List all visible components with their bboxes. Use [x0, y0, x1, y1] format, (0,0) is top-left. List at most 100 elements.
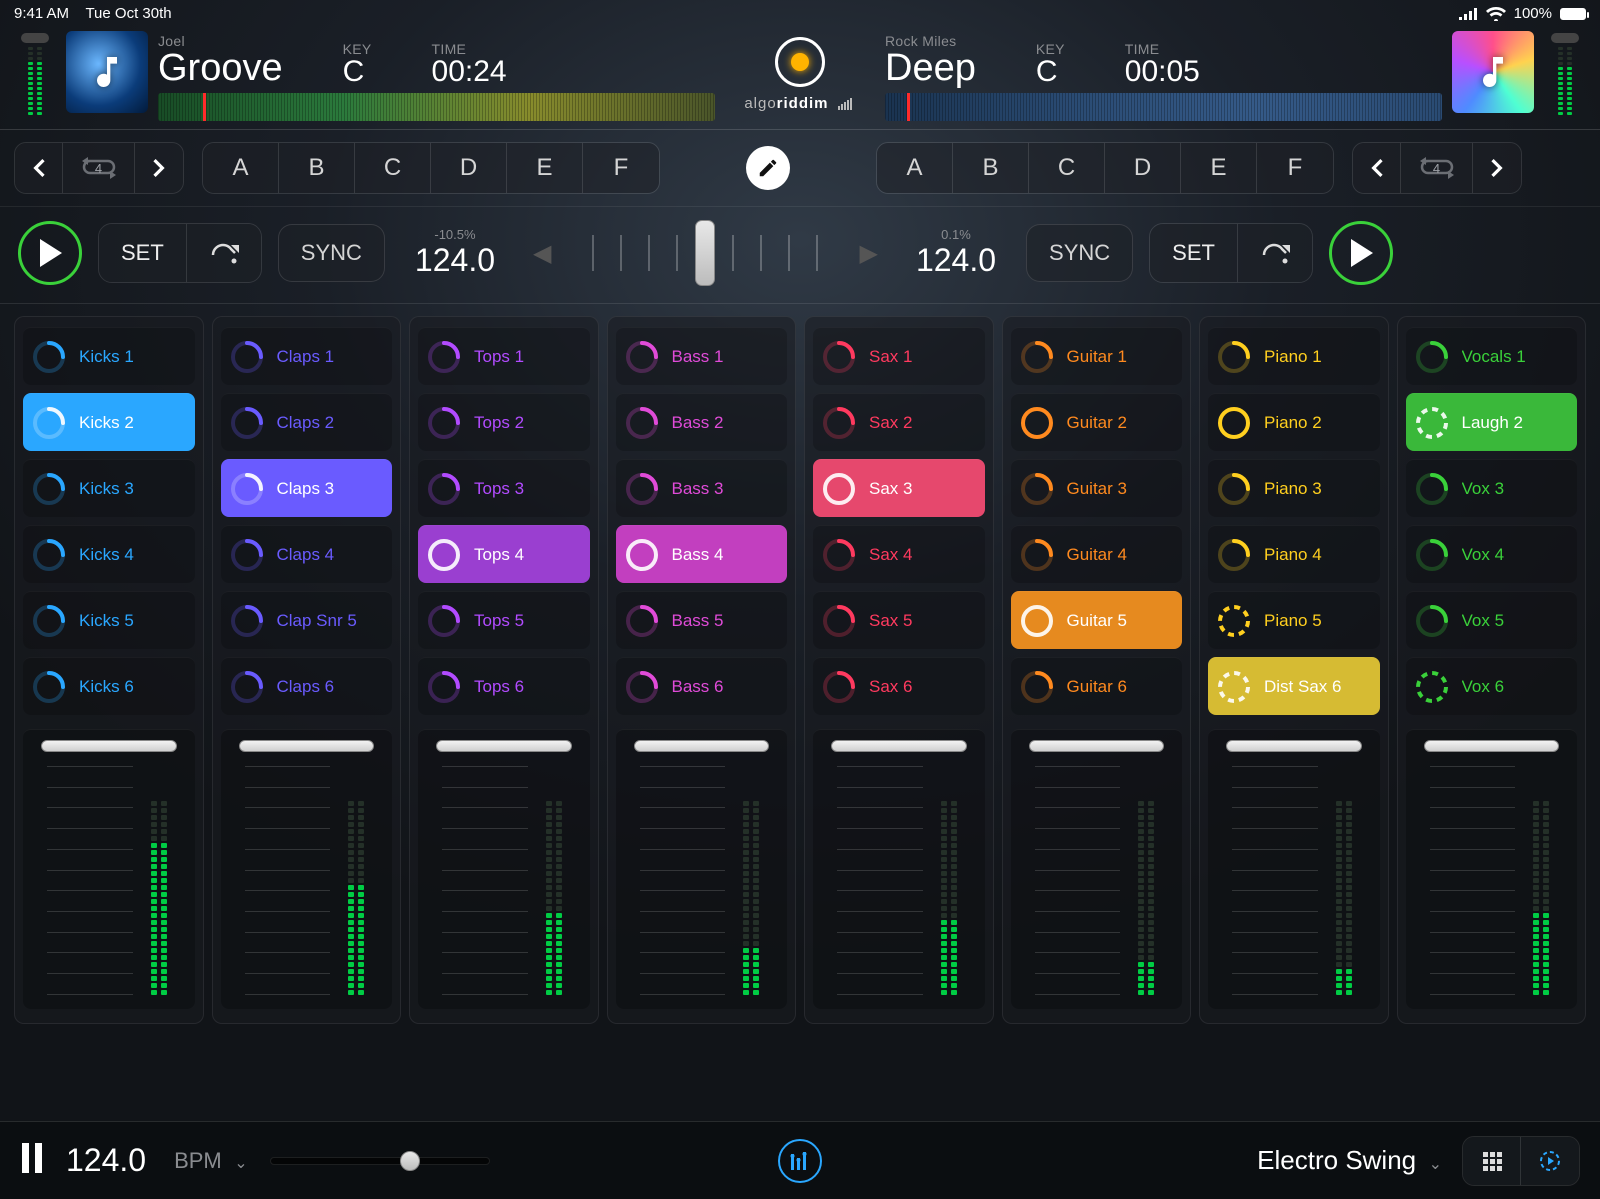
clip-slot[interactable]: Guitar 6: [1011, 657, 1183, 715]
hotcue-c[interactable]: C: [1029, 143, 1105, 193]
cue-jump-button[interactable]: [187, 224, 261, 282]
cue-jump-button[interactable]: [1238, 224, 1312, 282]
clip-slot[interactable]: Tops 5: [418, 591, 590, 649]
master-pause-button[interactable]: [20, 1143, 44, 1178]
clip-slot[interactable]: Sax 6: [813, 657, 985, 715]
fader-cap[interactable]: [1226, 740, 1362, 752]
fader-cap[interactable]: [634, 740, 770, 752]
hotcue-e[interactable]: E: [507, 143, 583, 193]
crossfader-knob[interactable]: [695, 220, 715, 286]
loop-button[interactable]: 4: [1401, 143, 1473, 193]
clip-slot[interactable]: Guitar 3: [1011, 459, 1183, 517]
hotcue-f[interactable]: F: [1257, 143, 1333, 193]
deck-b-artwork[interactable]: [1452, 31, 1534, 113]
clip-slot[interactable]: Sax 2: [813, 393, 985, 451]
deck-a-artwork[interactable]: [66, 31, 148, 113]
record-button[interactable]: [775, 37, 825, 87]
clip-slot[interactable]: Bass 4: [616, 525, 788, 583]
nudge-left-icon[interactable]: ◀: [525, 239, 559, 268]
next-button[interactable]: [135, 143, 183, 193]
clip-slot[interactable]: Tops 3: [418, 459, 590, 517]
hotcue-a[interactable]: A: [877, 143, 953, 193]
clip-slot[interactable]: Piano 2: [1208, 393, 1380, 451]
fader-cap[interactable]: [239, 740, 375, 752]
clip-slot[interactable]: Sax 3: [813, 459, 985, 517]
clip-slot[interactable]: Kicks 3: [23, 459, 195, 517]
set-button[interactable]: SET: [1150, 224, 1238, 282]
clip-slot[interactable]: Piano 4: [1208, 525, 1380, 583]
clip-slot[interactable]: Bass 5: [616, 591, 788, 649]
clip-slot[interactable]: Tops 4: [418, 525, 590, 583]
clip-slot[interactable]: Sax 4: [813, 525, 985, 583]
fader-cap[interactable]: [436, 740, 572, 752]
channel-fader[interactable]: [1406, 729, 1578, 1009]
hotcue-d[interactable]: D: [431, 143, 507, 193]
deck-b-handle[interactable]: [1551, 33, 1579, 43]
nudge-right-icon[interactable]: ▶: [851, 239, 885, 268]
clip-slot[interactable]: Vox 5: [1406, 591, 1578, 649]
clip-slot[interactable]: Laugh 2: [1406, 393, 1578, 451]
clip-slot[interactable]: Kicks 1: [23, 327, 195, 385]
clip-slot[interactable]: Tops 6: [418, 657, 590, 715]
clip-slot[interactable]: Kicks 4: [23, 525, 195, 583]
deck-a-play-button[interactable]: [18, 221, 82, 285]
prev-button[interactable]: [1353, 143, 1401, 193]
prev-button[interactable]: [15, 143, 63, 193]
clip-slot[interactable]: Guitar 2: [1011, 393, 1183, 451]
clip-slot[interactable]: Bass 6: [616, 657, 788, 715]
clip-slot[interactable]: Bass 2: [616, 393, 788, 451]
clip-slot[interactable]: Bass 3: [616, 459, 788, 517]
loop-button[interactable]: 4: [63, 143, 135, 193]
hotcue-b[interactable]: B: [279, 143, 355, 193]
hotcue-c[interactable]: C: [355, 143, 431, 193]
fader-cap[interactable]: [1029, 740, 1165, 752]
grid-view-button[interactable]: [1463, 1137, 1521, 1185]
clip-slot[interactable]: Guitar 1: [1011, 327, 1183, 385]
clip-slot[interactable]: Guitar 4: [1011, 525, 1183, 583]
hotcue-f[interactable]: F: [583, 143, 659, 193]
deck-b-waveform[interactable]: [885, 93, 1442, 121]
clip-slot[interactable]: Kicks 5: [23, 591, 195, 649]
clip-slot[interactable]: Claps 4: [221, 525, 393, 583]
clip-slot[interactable]: Piano 1: [1208, 327, 1380, 385]
hotcue-b[interactable]: B: [953, 143, 1029, 193]
clip-slot[interactable]: Guitar 5: [1011, 591, 1183, 649]
clip-slot[interactable]: Sax 1: [813, 327, 985, 385]
clip-slot[interactable]: Claps 1: [221, 327, 393, 385]
set-button[interactable]: SET: [99, 224, 187, 282]
channel-fader[interactable]: [418, 729, 590, 1009]
channel-fader[interactable]: [23, 729, 195, 1009]
fader-cap[interactable]: [41, 740, 177, 752]
clip-slot[interactable]: Dist Sax 6: [1208, 657, 1380, 715]
clip-slot[interactable]: Tops 1: [418, 327, 590, 385]
hotcue-a[interactable]: A: [203, 143, 279, 193]
clip-slot[interactable]: Vox 6: [1406, 657, 1578, 715]
deck-a-sync-button[interactable]: SYNC: [278, 224, 385, 282]
clip-slot[interactable]: Claps 6: [221, 657, 393, 715]
clip-slot[interactable]: Claps 3: [221, 459, 393, 517]
deck-b-sync-button[interactable]: SYNC: [1026, 224, 1133, 282]
clip-slot[interactable]: Claps 2: [221, 393, 393, 451]
edit-button[interactable]: [746, 146, 790, 190]
bpm-dropdown[interactable]: BPM ⌄: [168, 1148, 248, 1174]
deck-b-play-button[interactable]: [1329, 221, 1393, 285]
channel-fader[interactable]: [1011, 729, 1183, 1009]
clip-slot[interactable]: Clap Snr 5: [221, 591, 393, 649]
hotcue-d[interactable]: D: [1105, 143, 1181, 193]
fader-cap[interactable]: [831, 740, 967, 752]
hotcue-e[interactable]: E: [1181, 143, 1257, 193]
clip-slot[interactable]: Bass 1: [616, 327, 788, 385]
crossfader[interactable]: [575, 224, 835, 282]
channel-fader[interactable]: [1208, 729, 1380, 1009]
channel-fader[interactable]: [616, 729, 788, 1009]
fader-cap[interactable]: [1424, 740, 1560, 752]
queue-button[interactable]: [1521, 1137, 1579, 1185]
mixer-button[interactable]: [778, 1139, 822, 1183]
clip-slot[interactable]: Vox 4: [1406, 525, 1578, 583]
clip-slot[interactable]: Sax 5: [813, 591, 985, 649]
tempo-slider[interactable]: [270, 1153, 490, 1169]
channel-fader[interactable]: [813, 729, 985, 1009]
clip-slot[interactable]: Vocals 1: [1406, 327, 1578, 385]
deck-a-handle[interactable]: [21, 33, 49, 43]
clip-slot[interactable]: Tops 2: [418, 393, 590, 451]
